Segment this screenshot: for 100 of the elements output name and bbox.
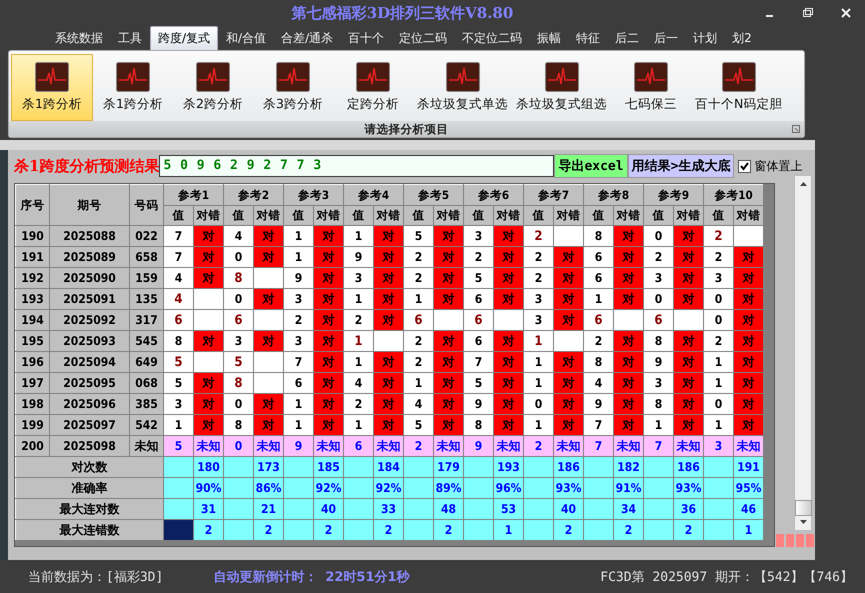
table-cell: 对: [734, 288, 764, 310]
table-cell: 3: [344, 268, 374, 288]
table-cell: 未知: [734, 436, 764, 456]
table-cell: 36: [674, 498, 704, 520]
table-cell: 对: [734, 352, 764, 372]
table-cell: 对: [314, 288, 344, 310]
table-cell: 3: [524, 310, 554, 330]
table-cell: 未知: [554, 436, 584, 456]
table-cell: 对次数: [16, 456, 164, 478]
table-cell: 185: [314, 456, 344, 478]
close-icon[interactable]: [841, 8, 851, 18]
menu-tab[interactable]: 百十个: [341, 26, 392, 50]
table-cell: 196: [16, 352, 50, 372]
table-cell: 对: [614, 352, 644, 372]
table-cell: 对: [494, 268, 524, 288]
menu-tab[interactable]: 后二: [608, 26, 646, 50]
topmost-checkbox[interactable]: 窗体置上: [738, 158, 802, 174]
table-cell: 193: [494, 456, 524, 478]
checkbox[interactable]: [738, 160, 752, 172]
table-cell: 对: [194, 330, 224, 352]
table-cell: 对: [674, 394, 704, 414]
table-cell: 48: [434, 498, 464, 520]
column-header: 值: [404, 206, 434, 226]
dialog-launcher-icon[interactable]: [792, 125, 800, 133]
ribbon-button[interactable]: 百十个N码定胆: [691, 54, 786, 121]
ribbon-button[interactable]: 杀垃圾复式组选: [512, 54, 611, 121]
ribbon-button[interactable]: 七码保三: [611, 54, 691, 121]
menu-tab[interactable]: 特征: [569, 26, 608, 50]
table-cell: 2: [704, 226, 734, 246]
column-header: 对错: [374, 206, 404, 226]
scroll-down-icon[interactable]: [800, 520, 806, 524]
table-cell: 对: [254, 288, 284, 310]
group-header: 参考6: [464, 184, 524, 206]
menu-tab[interactable]: 划2: [725, 26, 759, 50]
menu-tab[interactable]: 合差/通杀: [274, 26, 340, 50]
action-button[interactable]: 导出excel: [554, 154, 628, 178]
table-cell: 34: [614, 498, 644, 520]
table-cell: 190: [16, 226, 50, 246]
scroll-up-icon[interactable]: [800, 182, 806, 186]
column-header: 序号: [16, 184, 50, 226]
table-cell: 对: [314, 246, 344, 268]
ribbon-button[interactable]: 杀1跨分析: [93, 54, 173, 121]
ribbon-button[interactable]: 杀3跨分析: [253, 54, 333, 121]
table-cell: 对: [674, 330, 704, 352]
menu-tab[interactable]: 后一: [647, 26, 686, 50]
menu-tab[interactable]: 振幅: [530, 26, 568, 50]
table-cell: 6: [584, 268, 614, 288]
table-cell: 对: [554, 246, 584, 268]
table-cell: 对: [434, 246, 464, 268]
table-cell: 068: [130, 372, 164, 394]
menu-tab[interactable]: 定位二码: [392, 26, 454, 50]
table-cell: 194: [16, 310, 50, 330]
table-cell: 2: [194, 520, 224, 540]
table-cell: 0: [224, 246, 254, 268]
ribbon-button[interactable]: 杀2跨分析: [173, 54, 253, 121]
table-cell: 7: [644, 436, 674, 456]
table-cell: 对: [614, 268, 644, 288]
table-cell: 对: [614, 226, 644, 246]
scroll-thumb[interactable]: [794, 500, 812, 516]
table-cell: 对: [314, 394, 344, 414]
indicator-icon: [776, 534, 814, 547]
table-cell: 6: [464, 310, 494, 330]
table-cell: 542: [130, 414, 164, 436]
menu-tab[interactable]: 跨度/复式: [150, 26, 218, 50]
menu-tab[interactable]: 工具: [111, 26, 149, 50]
action-button[interactable]: 用结果>生成大底: [628, 154, 734, 178]
ribbon-button[interactable]: 杀1跨分析: [11, 54, 93, 121]
ribbon-button[interactable]: 杀垃圾复式单选: [413, 54, 512, 121]
table-cell: 1: [704, 414, 734, 436]
table-cell: 对: [554, 372, 584, 394]
ribbon-button[interactable]: 定跨分析: [333, 54, 413, 121]
table-cell: 9: [464, 394, 494, 414]
vertical-scrollbar[interactable]: [794, 175, 812, 531]
result-field[interactable]: 5 0 9 6 2 9 2 7 7 3: [159, 155, 554, 177]
table-cell: 对: [194, 414, 224, 436]
table-cell: 2: [404, 330, 434, 352]
table-cell: 182: [614, 456, 644, 478]
table-cell: 5: [164, 436, 194, 456]
group-header: 参考3: [284, 184, 344, 206]
table-cell: 9: [584, 394, 614, 414]
menu-tab[interactable]: 计划: [686, 26, 724, 50]
table-cell: 92%: [314, 478, 344, 498]
table-cell: 0: [704, 394, 734, 414]
table-cell: 对: [374, 268, 404, 288]
column-header: 对错: [314, 206, 344, 226]
restore-icon[interactable]: [803, 8, 813, 18]
table-cell: 159: [130, 268, 164, 288]
menu-tab[interactable]: 和/合值: [219, 26, 274, 50]
table-cell: 3: [704, 268, 734, 288]
table-cell: 2: [524, 246, 554, 268]
table-cell: 91%: [614, 478, 644, 498]
column-header: 对错: [434, 206, 464, 226]
table-cell: 53: [494, 498, 524, 520]
menu-tab[interactable]: 不定位二码: [455, 26, 530, 50]
menu-tab[interactable]: 系统数据: [48, 26, 110, 50]
table-cell: 对: [494, 288, 524, 310]
table-cell: 2: [554, 520, 584, 540]
table-cell: 未知: [614, 436, 644, 456]
table-cell: 对: [614, 414, 644, 436]
column-header: 值: [524, 206, 554, 226]
